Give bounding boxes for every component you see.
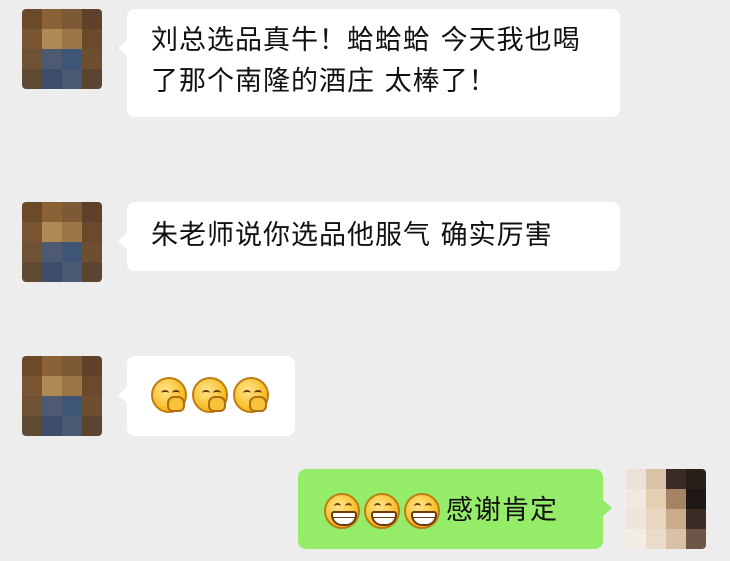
message-bubble[interactable]: 刘总选品真牛！蛤蛤蛤 今天我也喝了那个南隆的酒庄 太棒了！ xyxy=(118,9,620,117)
contact-avatar[interactable] xyxy=(22,202,102,282)
emoji-row xyxy=(151,377,295,413)
message-bubble-outgoing[interactable]: 感谢肯定 xyxy=(298,469,612,549)
contact-avatar[interactable] xyxy=(22,9,102,89)
contact-avatar[interactable] xyxy=(22,356,102,436)
message-text: 朱老师说你选品他服气 确实厉害 xyxy=(151,220,553,251)
outgoing-content: 感谢肯定 xyxy=(324,490,603,531)
grin-face-emoji xyxy=(404,492,440,529)
message-text: 刘总选品真牛！蛤蛤蛤 今天我也喝了那个南隆的酒庄 太棒了！ xyxy=(151,25,581,97)
self-avatar[interactable] xyxy=(626,469,706,549)
shy-face-emoji xyxy=(192,377,228,413)
grin-face-emoji xyxy=(364,492,400,529)
grin-face-emoji xyxy=(324,492,360,529)
message-bubble[interactable] xyxy=(118,356,295,436)
shy-face-emoji xyxy=(233,377,269,413)
chat-window: 刘总选品真牛！蛤蛤蛤 今天我也喝了那个南隆的酒庄 太棒了！ 朱老师说你选品他服气… xyxy=(0,0,730,561)
message-text: 感谢肯定 xyxy=(446,495,558,526)
message-bubble[interactable]: 朱老师说你选品他服气 确实厉害 xyxy=(118,202,620,271)
shy-face-emoji xyxy=(151,377,187,413)
